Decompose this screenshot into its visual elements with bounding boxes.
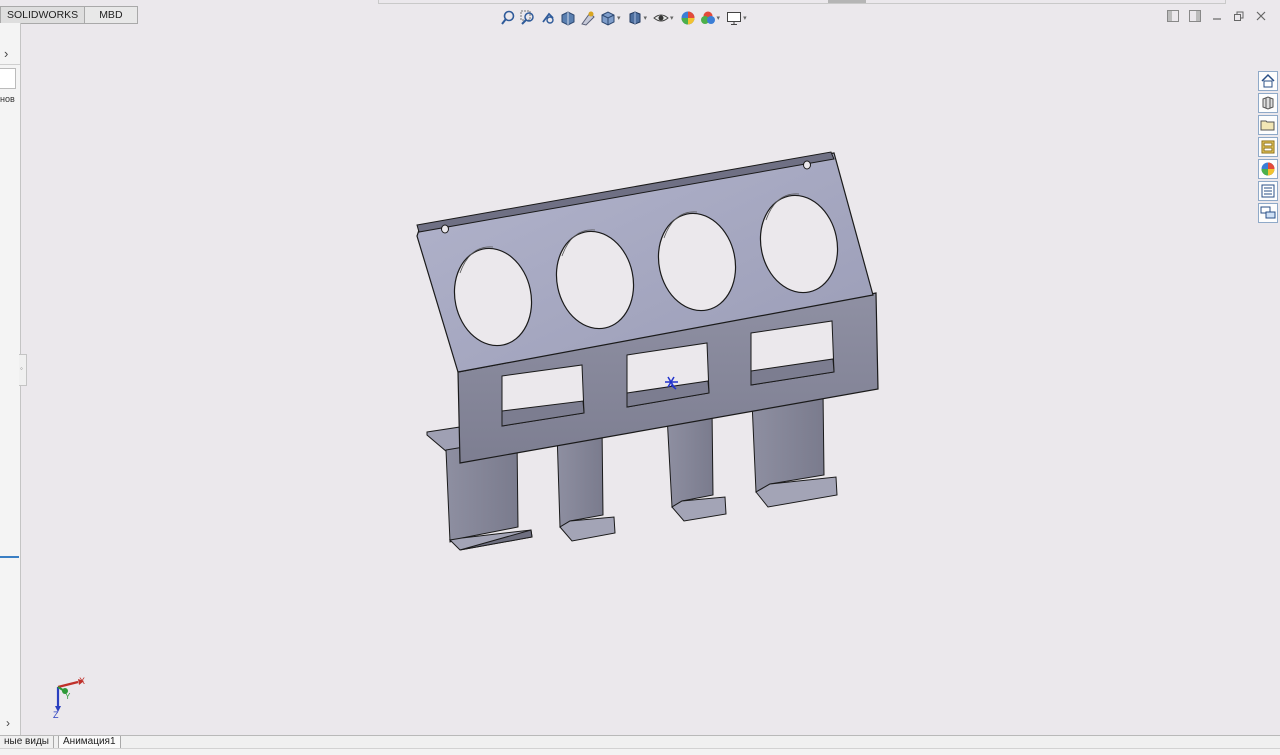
- reference-triad: X Y Z: [53, 676, 85, 720]
- triad-y-label: Y: [65, 692, 71, 701]
- panel-collapse-arrow[interactable]: ›: [6, 716, 10, 730]
- home-icon[interactable]: [1258, 71, 1278, 91]
- command-manager-tabs: SOLIDWORKS MBD: [0, 6, 138, 24]
- panel-divider: [0, 64, 20, 65]
- tab-model-views[interactable]: ные виды: [0, 736, 54, 748]
- mounting-hole: [441, 224, 449, 234]
- previous-view-icon[interactable]: [540, 10, 556, 26]
- design-library-icon[interactable]: [1258, 93, 1278, 113]
- tab-animation1[interactable]: Анимация1: [58, 736, 121, 748]
- sheet-metal-bracket-model[interactable]: [410, 145, 890, 575]
- apply-scene-icon[interactable]: [700, 10, 716, 26]
- tile-right-icon[interactable]: [1188, 9, 1202, 23]
- tab-solidworks[interactable]: SOLIDWORKS: [0, 6, 86, 24]
- feature-manager-panel: › нов ›: [0, 23, 21, 735]
- appearances-icon[interactable]: [1258, 159, 1278, 179]
- display-style-icon[interactable]: [627, 10, 643, 26]
- section-view-icon[interactable]: [560, 10, 576, 26]
- panel-active-indicator: [0, 556, 19, 558]
- file-explorer-icon[interactable]: [1258, 115, 1278, 135]
- heads-up-view-toolbar: ▾ ▾ ▾ ▾ ▾: [500, 9, 749, 27]
- view-settings-icon[interactable]: [726, 10, 742, 26]
- restore-icon[interactable]: [1232, 9, 1246, 23]
- triad-z-label: Z: [53, 710, 59, 720]
- view-palette-icon[interactable]: [1258, 137, 1278, 157]
- panel-splitter[interactable]: ◦: [19, 354, 27, 386]
- view-orientation-icon[interactable]: [600, 10, 616, 26]
- mounting-hole: [803, 160, 811, 170]
- forum-icon[interactable]: [1258, 203, 1278, 223]
- zoom-to-fit-icon[interactable]: [500, 10, 516, 26]
- hide-show-items-icon[interactable]: [653, 10, 669, 26]
- tab-mbd[interactable]: MBD: [84, 6, 138, 24]
- bottom-view-tabs: ные виды Анимация1: [0, 735, 1280, 749]
- edit-appearance-icon[interactable]: [680, 10, 696, 26]
- panel-filter-field[interactable]: [0, 68, 16, 89]
- task-pane: [1258, 71, 1278, 225]
- minimize-icon[interactable]: [1210, 9, 1224, 23]
- zoom-to-area-icon[interactable]: [520, 10, 536, 26]
- panel-item-label: нов: [0, 94, 15, 104]
- window-top-strip: [0, 0, 1280, 6]
- close-icon[interactable]: [1254, 9, 1268, 23]
- tile-left-icon[interactable]: [1166, 9, 1180, 23]
- panel-expand-arrow[interactable]: ›: [4, 46, 8, 61]
- document-window-controls: [1166, 9, 1268, 23]
- triad-x-label: X: [79, 676, 85, 686]
- custom-properties-icon[interactable]: [1258, 181, 1278, 201]
- dynamic-annotation-views-icon[interactable]: [580, 10, 596, 26]
